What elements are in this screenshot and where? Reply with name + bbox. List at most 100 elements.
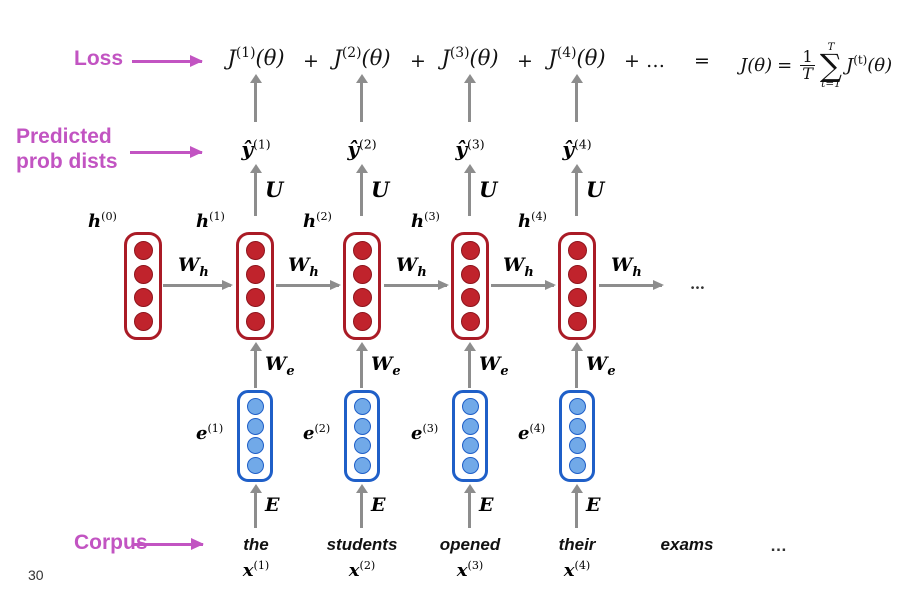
yhat-label-3: ŷ(3) (455, 136, 485, 161)
loss-arrow-up-3 (463, 74, 476, 122)
embedding-node (246, 456, 264, 474)
embedding-node (568, 437, 586, 455)
hidden-node (567, 311, 587, 331)
loss-arrow-up-2 (355, 74, 368, 122)
we-arrow-3 (463, 342, 476, 388)
corpus-symbol-4: x(4) (563, 559, 591, 581)
hidden-node (352, 311, 372, 331)
we-weight-label-1: We (265, 353, 295, 379)
predicted-prob-dists-label: Predicted prob dists (16, 125, 118, 173)
embedding-node (568, 417, 586, 435)
hidden-node (133, 311, 153, 331)
embedding-label-1: e(1) (196, 422, 224, 444)
hidden-node (245, 241, 265, 260)
loss-plus-ellipsis: + … (624, 50, 665, 72)
hidden-node (460, 264, 480, 284)
embedding-stack-1 (237, 390, 273, 482)
corpus-arrow (133, 538, 204, 550)
hidden-state-stack-2 (343, 232, 381, 340)
embedding-stack-4 (559, 390, 595, 482)
loss-label: Loss (74, 47, 124, 70)
embedding-label-3: e(3) (411, 422, 439, 444)
we-arrow-1 (249, 342, 262, 388)
embedding-node (246, 437, 264, 455)
we-weight-label-3: We (479, 353, 509, 379)
embed-matrix-arrow-4 (570, 484, 583, 528)
embedding-node (461, 417, 479, 435)
corpus-word-1: the (243, 535, 269, 554)
corpus-symbol-1: x(1) (242, 559, 270, 581)
loss-plus-1: + (303, 50, 319, 72)
hidden-node (245, 288, 265, 308)
hidden-node (567, 264, 587, 284)
page-number: 30 (28, 567, 44, 583)
u-arrow-1 (249, 164, 262, 216)
embedding-label-4: e(4) (518, 422, 546, 444)
recurrent-weight-label-5: Wh (611, 254, 642, 280)
hidden-state-stack-0 (124, 232, 162, 340)
rnn-language-model-diagram: Loss Predicted prob dists Corpus J(1)(θ)… (0, 0, 921, 602)
recurrent-arrow-5 (599, 280, 664, 289)
embed-matrix-label-2: E (371, 494, 386, 516)
recurrent-arrow-2 (276, 280, 341, 289)
corpus-word-5: exams (660, 535, 714, 554)
embedding-node (353, 437, 371, 455)
loss-plus-3: + (517, 50, 533, 72)
embedding-node (461, 456, 479, 474)
hidden-node (352, 264, 372, 284)
embedding-node (353, 398, 371, 415)
loss-term-1: J(1)(θ) (227, 45, 285, 70)
recurrent-arrow-1 (163, 280, 233, 289)
recurrent-weight-label-4: Wh (503, 254, 534, 280)
we-weight-label-2: We (371, 353, 401, 379)
hidden-state-stack-1 (236, 232, 274, 340)
corpus-word-3: opened (439, 535, 501, 554)
we-arrow-2 (355, 342, 368, 388)
loss-arrow-up-4 (570, 74, 583, 122)
embedding-label-2: e(2) (303, 422, 331, 444)
loss-term-3: J(3)(θ) (441, 45, 499, 70)
loss-equals-sign: = (694, 50, 710, 72)
hidden-node (133, 241, 153, 260)
hidden-row-ellipsis: … (690, 275, 706, 293)
hidden-state-stack-3 (451, 232, 489, 340)
embedding-node (353, 456, 371, 474)
u-arrow-3 (463, 164, 476, 216)
hidden-node (245, 311, 265, 331)
embed-matrix-arrow-2 (355, 484, 368, 528)
hidden-node (352, 241, 372, 260)
corpus-word-4: their (558, 535, 596, 554)
we-arrow-4 (570, 342, 583, 388)
recurrent-arrow-4 (491, 280, 556, 289)
hidden-node (460, 288, 480, 308)
u-arrow-2 (355, 164, 368, 216)
hidden-state-stack-4 (558, 232, 596, 340)
hidden-node (133, 288, 153, 308)
embed-matrix-label-3: E (479, 494, 494, 516)
u-weight-label-2: U (371, 177, 390, 202)
recurrent-weight-label-2: Wh (288, 254, 319, 280)
yhat-label-2: ŷ(2) (347, 136, 377, 161)
yhat-label-4: ŷ(4) (562, 136, 592, 161)
hidden-node (567, 241, 587, 260)
corpus-symbol-2: x(2) (348, 559, 376, 581)
u-weight-label-3: U (479, 177, 498, 202)
loss-arrow-up-1 (249, 74, 262, 122)
hidden-label-3: h(3) (411, 210, 440, 232)
embedding-node (246, 398, 264, 415)
recurrent-weight-label-1: Wh (178, 254, 209, 280)
hidden-node (352, 288, 372, 308)
u-weight-label-4: U (586, 177, 605, 202)
corpus-symbol-3: x(3) (456, 559, 484, 581)
loss-term-2: J(2)(θ) (333, 45, 391, 70)
total-loss-formula: J(θ) = 1 T T ∑ t=1 J(t)(θ) (740, 41, 893, 91)
embedding-stack-2 (344, 390, 380, 482)
predicted-prob-dists-arrow (130, 146, 203, 158)
loss-arrow (132, 55, 203, 67)
embedding-stack-3 (452, 390, 488, 482)
hidden-node (460, 241, 480, 260)
recurrent-arrow-3 (384, 280, 449, 289)
u-arrow-4 (570, 164, 583, 216)
embed-matrix-arrow-1 (249, 484, 262, 528)
hidden-node (460, 311, 480, 331)
